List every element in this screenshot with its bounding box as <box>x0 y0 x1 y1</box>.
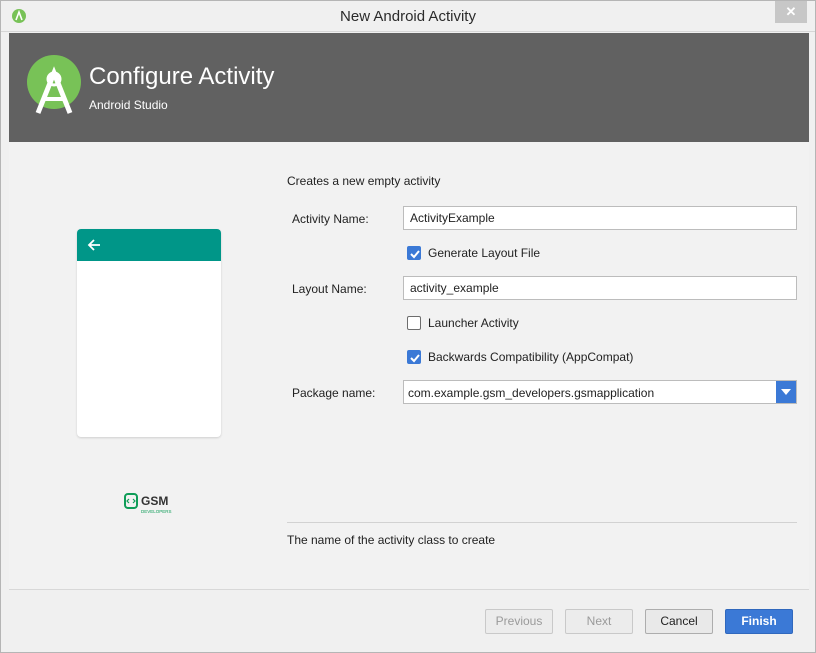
activity-description: Creates a new empty activity <box>287 174 441 188</box>
dropdown-button[interactable] <box>776 381 796 403</box>
banner-subtitle: Android Studio <box>89 98 168 112</box>
checkbox-unchecked-icon[interactable] <box>407 316 421 330</box>
gsm-developers-logo: GSM DEVELOPERS <box>124 493 172 514</box>
backwards-compat-label: Backwards Compatibility (AppCompat) <box>428 350 634 364</box>
window-title: New Android Activity <box>340 8 476 25</box>
activity-preview <box>77 229 221 437</box>
content-panel: GSM DEVELOPERS Creates a new empty activ… <box>9 142 809 590</box>
finish-button[interactable]: Finish <box>725 609 793 634</box>
activity-name-label: Activity Name: <box>292 212 369 226</box>
checkbox-checked-icon[interactable] <box>407 350 421 364</box>
launcher-activity-label: Launcher Activity <box>428 316 519 330</box>
banner-title: Configure Activity <box>89 63 275 90</box>
package-name-label: Package name: <box>292 386 376 400</box>
previous-button[interactable]: Previous <box>485 609 553 634</box>
svg-text:GSM: GSM <box>141 494 168 508</box>
next-button[interactable]: Next <box>565 609 633 634</box>
title-bar: New Android Activity ✕ <box>1 1 815 32</box>
package-name-select[interactable]: com.example.gsm_developers.gsmapplicatio… <box>403 380 797 404</box>
activity-name-input[interactable]: ActivityExample <box>403 206 797 230</box>
generate-layout-label: Generate Layout File <box>428 246 541 260</box>
divider <box>287 522 797 523</box>
preview-app-bar <box>77 229 221 261</box>
field-hint: The name of the activity class to create <box>287 533 496 547</box>
back-arrow-icon <box>87 239 100 251</box>
close-button[interactable]: ✕ <box>775 1 807 23</box>
package-name-value: com.example.gsm_developers.gsmapplicatio… <box>408 386 655 400</box>
layout-name-label: Layout Name: <box>292 282 367 296</box>
cancel-button[interactable]: Cancel <box>645 609 713 634</box>
chevron-down-icon <box>781 389 791 395</box>
dialog-window: New Android Activity ✕ Configure Activit… <box>0 0 816 653</box>
svg-text:DEVELOPERS: DEVELOPERS <box>141 509 172 514</box>
header-banner: Configure Activity Android Studio <box>9 33 809 142</box>
android-studio-logo <box>27 55 81 114</box>
layout-name-input[interactable]: activity_example <box>403 276 797 300</box>
checkbox-checked-icon[interactable] <box>407 246 421 260</box>
